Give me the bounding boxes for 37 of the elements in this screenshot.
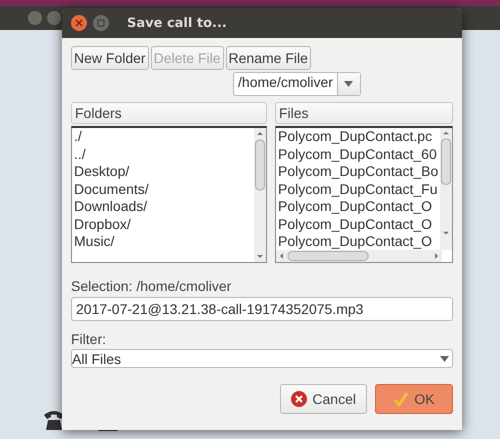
folder-item[interactable]: Downloads/ <box>72 198 254 216</box>
horizontal-scrollbar[interactable] <box>276 250 442 262</box>
folder-item[interactable]: Music/ <box>72 233 254 250</box>
window-title: Save call to... <box>127 16 227 30</box>
maximize-icon[interactable] <box>93 15 109 31</box>
file-item[interactable]: Polycom_DupContact_O <box>276 216 440 233</box>
checkmark-icon <box>393 391 410 407</box>
path-dropdown[interactable]: /home/cmoliver <box>233 72 361 96</box>
caret-icon <box>440 356 448 362</box>
file-item[interactable]: Polycom_DupContact_Bo <box>276 163 440 180</box>
close-icon[interactable] <box>28 11 42 25</box>
close-icon[interactable] <box>71 15 87 31</box>
folder-item[interactable]: Desktop/ <box>72 163 254 180</box>
column-header[interactable]: Folders <box>71 102 267 124</box>
cancel-icon <box>291 391 308 407</box>
toolbar-button[interactable]: New Folder <box>71 46 149 70</box>
ok-button[interactable]: OK <box>375 384 453 414</box>
toolbar-button[interactable]: Rename File <box>226 46 311 70</box>
selection-label: Selection: /home/cmoliver <box>71 278 232 294</box>
file-item[interactable]: Polycom_DupContact_O <box>276 233 440 250</box>
filename-field[interactable]: 2017-07-21@13.21.38-call-19174352075.mp3 <box>71 297 453 321</box>
folder-item[interactable]: ../ <box>72 146 254 163</box>
folder-item[interactable]: Documents/ <box>72 180 254 198</box>
file-item[interactable]: Polycom_DupContact_Fu <box>276 180 440 198</box>
vertical-scrollbar[interactable] <box>440 128 452 250</box>
column-header[interactable]: Files <box>275 102 453 124</box>
cancel-button[interactable]: Cancel <box>280 384 367 414</box>
file-item[interactable]: Polycom_DupContact.pc <box>276 128 440 146</box>
folder-item[interactable]: Dropbox/ <box>72 216 254 233</box>
minimize-icon[interactable] <box>47 11 61 25</box>
vertical-scrollbar[interactable] <box>254 128 266 262</box>
file-item[interactable]: Polycom_DupContact_O <box>276 198 440 216</box>
folder-item[interactable]: ./ <box>72 128 254 146</box>
caret-icon <box>344 81 354 87</box>
filter-label: Filter: <box>71 331 107 347</box>
filter-dropdown[interactable]: All Files <box>71 349 453 368</box>
file-item[interactable]: Polycom_DupContact_60 <box>276 146 440 163</box>
